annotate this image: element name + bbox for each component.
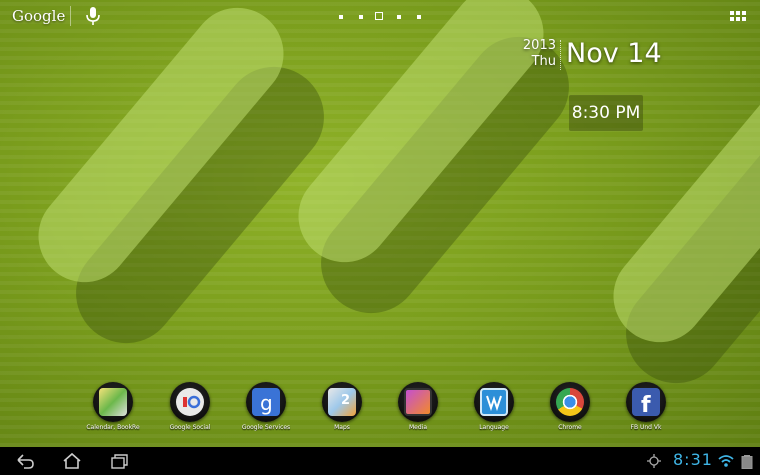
- google-search-button[interactable]: Google: [12, 7, 65, 25]
- year-label: 2013: [522, 38, 556, 53]
- calendar-folder[interactable]: Calendar, BookRe: [78, 378, 148, 436]
- maps-folder[interactable]: 2 Maps: [307, 378, 377, 436]
- chrome-app[interactable]: Chrome: [535, 378, 605, 436]
- media-folder-icon: [404, 388, 432, 416]
- page-dot-current: [375, 12, 383, 20]
- page-indicator: [334, 12, 424, 22]
- home-icon[interactable]: [61, 452, 83, 470]
- app-label: FB Und Vk: [630, 424, 662, 431]
- divider: [560, 40, 562, 70]
- app-label: Google Social: [169, 424, 211, 431]
- time-widget[interactable]: 8:30 PM: [569, 95, 643, 131]
- language-folder[interactable]: Language: [459, 378, 529, 436]
- google-social-folder[interactable]: Google Social: [155, 378, 225, 436]
- language-folder-icon: [480, 388, 508, 416]
- svg-text:f: f: [641, 393, 651, 416]
- app-label: Chrome: [558, 424, 582, 431]
- media-folder[interactable]: Media: [383, 378, 453, 436]
- gps-icon[interactable]: [646, 452, 668, 470]
- status-clock[interactable]: 8:31: [673, 450, 713, 469]
- weekday-label: Thu: [531, 54, 556, 69]
- page-dot: [339, 15, 343, 19]
- app-label: Calendar, BookRe: [86, 424, 140, 431]
- page-dot: [397, 15, 401, 19]
- svg-text:g: g: [260, 391, 273, 415]
- app-label: Media: [408, 424, 428, 431]
- page-dot: [417, 15, 421, 19]
- google-services-folder-icon: g: [252, 388, 280, 416]
- facebook-folder[interactable]: f FB Und Vk: [611, 378, 681, 436]
- system-navigation-bar: 8:31: [0, 447, 760, 475]
- facebook-folder-icon: f: [632, 388, 660, 418]
- app-label: Google Services: [241, 424, 291, 431]
- wifi-icon[interactable]: [716, 452, 738, 470]
- app-label: Maps: [334, 424, 350, 431]
- google-social-folder-icon: [176, 388, 204, 416]
- svg-text:2: 2: [341, 393, 350, 408]
- divider: [70, 6, 71, 26]
- app-label: Language: [479, 424, 509, 431]
- maps-folder-icon: 2: [328, 388, 356, 416]
- calendar-folder-icon: [99, 388, 127, 416]
- google-services-folder[interactable]: g Google Services: [231, 378, 301, 436]
- battery-icon[interactable]: [737, 452, 759, 470]
- app-dock: Calendar, BookRe Google Social g Google …: [0, 378, 760, 438]
- chrome-icon: [556, 388, 584, 416]
- back-icon[interactable]: [14, 452, 36, 470]
- date-label: Nov 14: [566, 38, 662, 69]
- microphone-icon[interactable]: [84, 6, 102, 26]
- all-apps-grid-icon[interactable]: [730, 11, 746, 23]
- page-dot: [359, 15, 363, 19]
- recent-apps-icon[interactable]: [109, 452, 131, 470]
- top-bar: Google: [0, 0, 760, 34]
